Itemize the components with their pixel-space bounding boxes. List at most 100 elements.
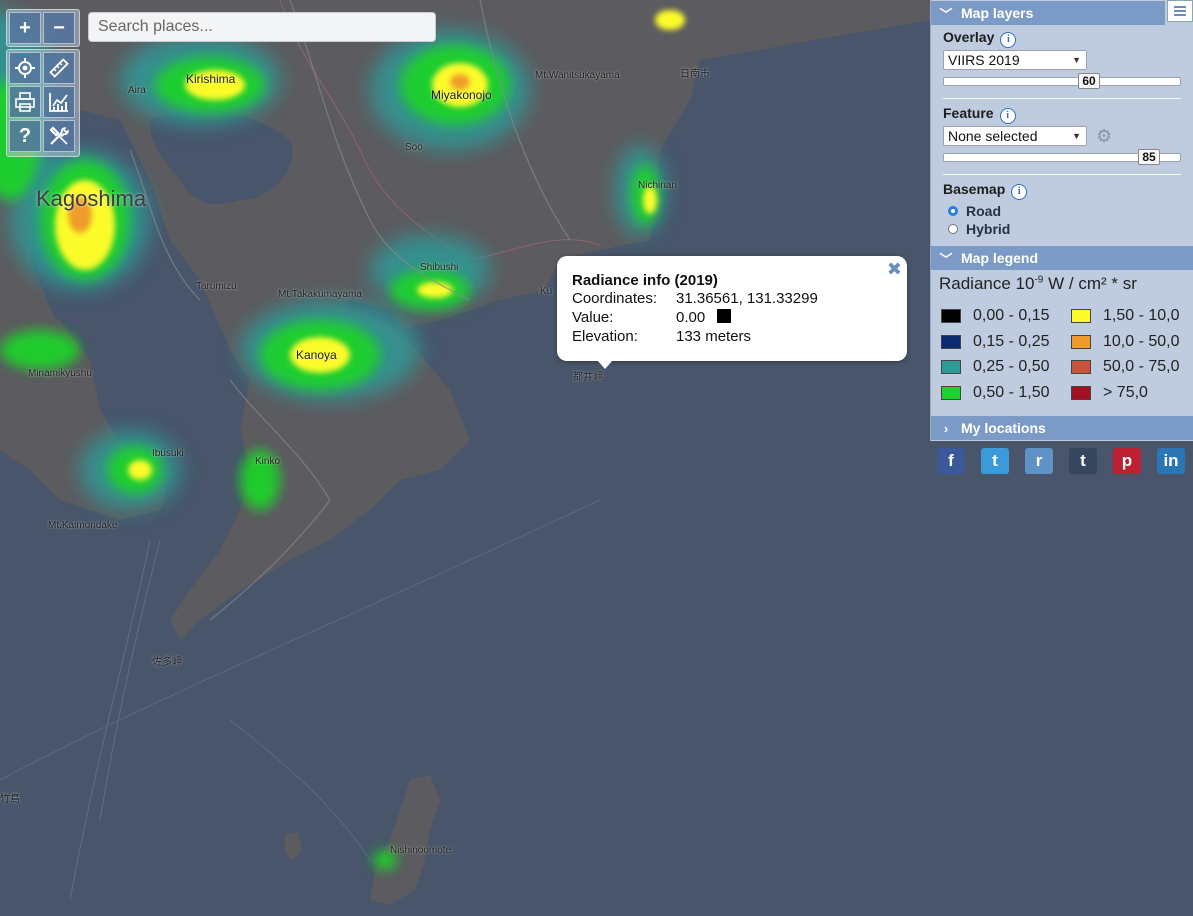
map-label-ku: Ku <box>540 286 553 297</box>
legend-swatch <box>941 334 961 349</box>
map-label-minamikyushu: Minamikyushu <box>28 368 92 379</box>
legend-item: 50,0 - 75,0 <box>1071 358 1180 376</box>
map-layers-title: Map layers <box>961 5 1034 21</box>
basemap-option-label: Hybrid <box>966 221 1011 237</box>
overlay-select-value: VIIRS 2019 <box>948 52 1020 68</box>
map-label-satamisaki: 佐多岬 <box>152 657 182 668</box>
map-label-miyakonojo: Miyakonojo <box>431 88 492 102</box>
overlay-opacity-slider[interactable] <box>943 77 1181 86</box>
map-label-tarumizu: Tarumizu <box>196 281 237 292</box>
value-color-swatch <box>717 309 732 323</box>
tumblr-share-icon[interactable]: t <box>1069 448 1097 474</box>
map-label-nichinan-jp: 日南市 <box>680 69 710 80</box>
popup-row-elevation: Elevation: 133 meters <box>572 328 892 347</box>
basemap-label: Basemap i <box>943 181 1028 200</box>
map-label-toinomisaki: 都井岬 <box>573 372 603 383</box>
map-legend-title: Map legend <box>961 250 1039 266</box>
overlay-label: Overlay i <box>943 29 1017 48</box>
feature-select-value: None selected <box>948 128 1038 144</box>
legend-swatch <box>1071 360 1091 374</box>
legend-unit: Radiance 10-9 W / cm² * sr <box>939 274 1137 294</box>
map-legend-header[interactable]: ﹀ Map legend <box>931 246 1193 270</box>
legend-item: 0,15 - 0,25 <box>941 333 1050 351</box>
my-locations-header[interactable]: › My locations <box>931 416 1193 440</box>
overlay-opacity-value: 60 <box>1082 74 1096 88</box>
search-input[interactable] <box>88 12 436 42</box>
chevron-down-icon: ﹀ <box>939 6 953 22</box>
legend-item: 1,50 - 10,0 <box>1071 307 1180 325</box>
legend-label: > 75,0 <box>1103 383 1148 401</box>
gear-icon[interactable]: ⚙ <box>1096 126 1112 147</box>
legend-label: 0,00 - 0,15 <box>973 307 1050 324</box>
legend-label: 0,15 - 0,25 <box>973 332 1050 350</box>
basemap-option-hybrid[interactable]: Hybrid <box>948 221 1010 237</box>
popup-value: 133 meters <box>676 328 752 345</box>
info-icon[interactable]: i <box>1000 32 1017 48</box>
map-label-kinko: Kinko <box>255 456 281 467</box>
tools-button[interactable] <box>43 120 75 152</box>
map-label-shibushi: Shibushi <box>420 262 459 273</box>
feature-select[interactable]: None selected ▼ <box>943 126 1087 146</box>
legend-label: 0,25 - 0,50 <box>973 358 1050 375</box>
info-icon[interactable]: i <box>1011 184 1028 200</box>
zoom-out-button[interactable]: − <box>43 12 75 44</box>
legend-swatch <box>1071 309 1091 323</box>
map-layers-header[interactable]: ﹀ Map layers <box>931 1 1165 25</box>
chevron-down-icon: ﹀ <box>939 251 953 267</box>
chevron-right-icon: › <box>943 420 949 436</box>
measure-button[interactable] <box>43 52 75 84</box>
pinterest-share-icon[interactable]: p <box>1113 448 1141 474</box>
basemap-option-road[interactable]: Road <box>948 203 1001 219</box>
hamburger-icon <box>1174 6 1186 16</box>
legend-item: 0,25 - 0,50 <box>941 358 1050 376</box>
legend-label: 0,50 - 1,50 <box>973 383 1050 401</box>
help-button[interactable]: ? <box>9 120 41 152</box>
linkedin-share-icon[interactable]: in <box>1157 448 1185 474</box>
popup-title: Radiance info (2019) <box>572 272 718 289</box>
map-label-take: 竹島 <box>0 794 20 805</box>
overlay-opacity-handle[interactable]: 60 <box>1078 73 1100 89</box>
feature-label-text: Feature <box>943 105 994 121</box>
basemap-option-label: Road <box>966 203 1001 219</box>
basemap-label-text: Basemap <box>943 181 1006 197</box>
caret-down-icon: ▼ <box>1072 55 1081 65</box>
close-icon[interactable]: ✖ <box>887 259 902 280</box>
overlay-select[interactable]: VIIRS 2019 ▼ <box>943 50 1087 70</box>
facebook-share-icon[interactable]: f <box>937 448 965 474</box>
radio-selected[interactable] <box>948 206 958 216</box>
legend-unit-prefix: Radiance 10 <box>939 274 1035 293</box>
ruler-icon <box>49 58 69 78</box>
radiance-info-popup: ✖ Radiance info (2019) Coordinates: 31.3… <box>557 256 907 369</box>
reddit-share-icon[interactable]: r <box>1025 448 1053 474</box>
feature-label: Feature i <box>943 105 1016 124</box>
info-icon[interactable]: i <box>999 108 1016 124</box>
popup-value: 31.36561, 131.33299 <box>676 290 818 307</box>
tools-icon <box>49 126 69 145</box>
popup-row-coordinates: Coordinates: 31.36561, 131.33299 <box>572 290 892 309</box>
radio-unselected[interactable] <box>948 224 958 234</box>
zoom-in-button[interactable]: + <box>9 12 41 44</box>
chart-button[interactable] <box>43 86 75 118</box>
map-label-ibusuki: Ibusuki <box>152 448 184 459</box>
legend-item: > 75,0 <box>1071 384 1148 402</box>
popup-key: Coordinates: <box>572 290 658 307</box>
printer-icon <box>15 92 35 112</box>
legend-swatch <box>941 360 961 374</box>
legend-swatch <box>1071 334 1091 349</box>
map-label-kanoya: Kanoya <box>296 348 337 362</box>
print-button[interactable] <box>9 86 41 118</box>
twitter-share-icon[interactable]: t <box>981 448 1009 474</box>
legend-unit-suffix: W / cm² * sr <box>1043 274 1137 293</box>
popup-row-value: Value: 0.00 <box>572 309 892 328</box>
feature-opacity-handle[interactable]: 85 <box>1138 149 1160 165</box>
zoom-in-label: + <box>19 16 31 39</box>
locate-button[interactable] <box>9 52 41 84</box>
legend-label: 50,0 - 75,0 <box>1103 358 1180 375</box>
popup-key: Value: <box>572 309 614 326</box>
caret-down-icon: ▼ <box>1072 131 1081 141</box>
map-label-kirishima: Kirishima <box>186 72 236 86</box>
legend-item: 10,0 - 50,0 <box>1071 333 1180 351</box>
help-label: ? <box>18 124 32 147</box>
legend-swatch <box>941 309 961 323</box>
menu-button[interactable] <box>1167 0 1193 22</box>
